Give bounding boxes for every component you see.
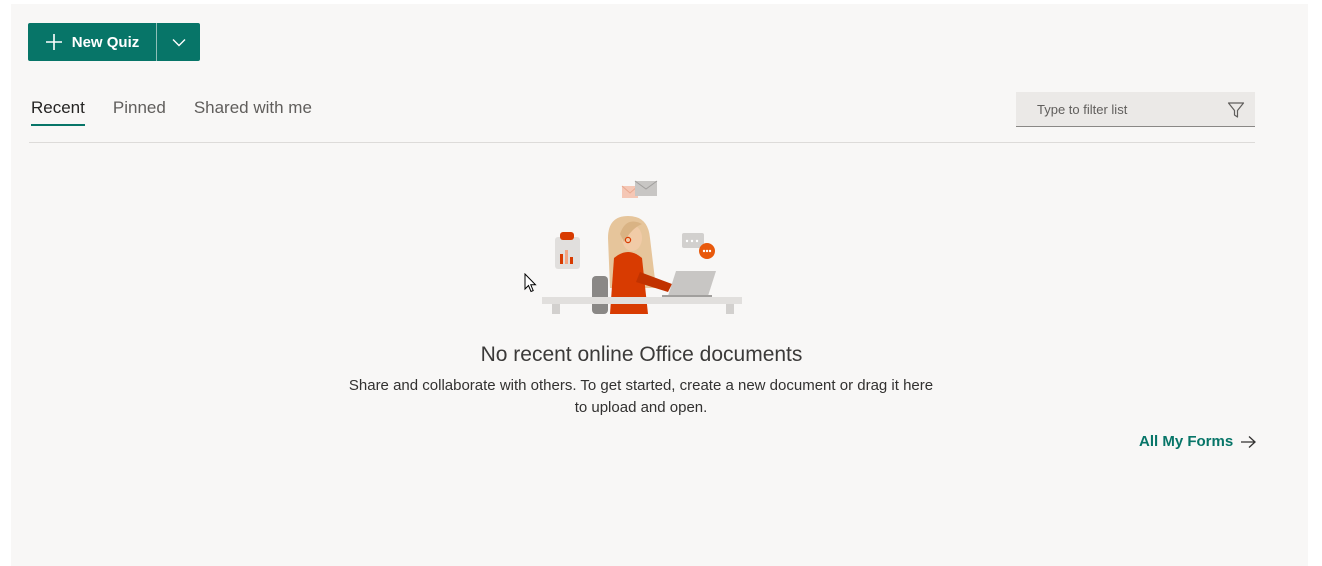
empty-state-line-2: to upload and open. [574,399,708,416]
new-quiz-label: New Quiz [71,33,140,51]
filter-input[interactable] [1016,92,1216,126]
new-dropdown-button[interactable] [157,23,200,61]
empty-state-illustration [542,180,742,314]
scroll-strip [1308,0,1322,566]
tab-bar: Recent Pinned Shared with me [31,98,312,126]
new-quiz-button[interactable]: New Quiz [28,23,156,61]
empty-state-description: Share and collaborate with others. To ge… [337,375,945,419]
empty-state-title: No recent online Office documents [480,343,803,366]
arrow-right-icon [1241,435,1257,448]
filter-box [1016,92,1255,127]
filter-icon[interactable] [1227,101,1245,119]
mouse-pointer-icon [524,273,537,293]
tab-divider [29,142,1255,143]
chevron-down-icon [172,38,185,46]
tab-shared-with-me[interactable]: Shared with me [194,98,312,126]
plus-icon [45,33,63,51]
all-my-forms-link[interactable]: All My Forms [1139,433,1257,450]
tab-pinned[interactable]: Pinned [113,98,166,126]
new-quiz-split-button: New Quiz [28,23,200,61]
empty-state-line-1: Share and collaborate with others. To ge… [348,377,934,394]
all-my-forms-label: All My Forms [1139,433,1234,450]
tab-recent[interactable]: Recent [31,98,85,126]
